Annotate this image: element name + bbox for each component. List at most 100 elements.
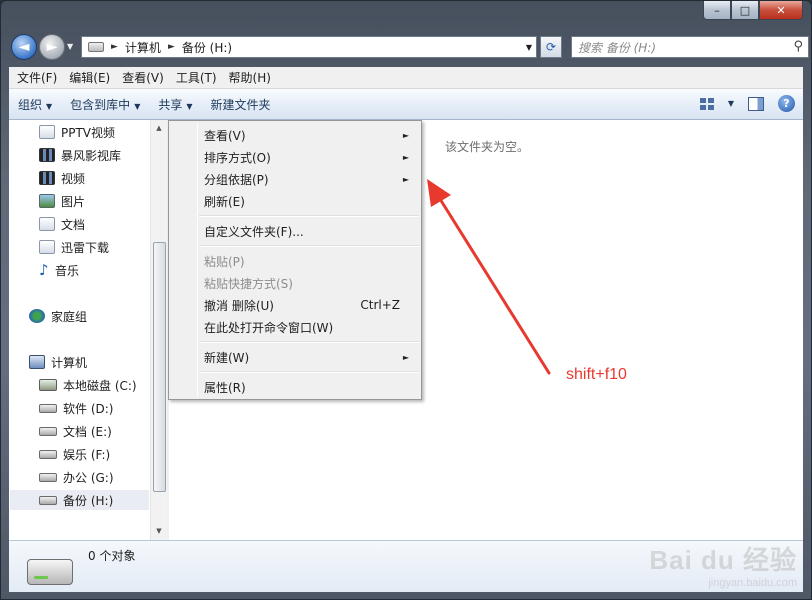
empty-folder-message: 该文件夹为空。 (445, 140, 530, 154)
nav-item-label: 备份 (H:) (63, 493, 114, 508)
context-item-properties[interactable]: 属性(R) (171, 376, 419, 398)
refresh-button[interactable]: ⟳ (540, 36, 562, 58)
search-input[interactable]: 搜索 备份 (H:) ⚲ (571, 36, 809, 58)
include-library-label: 包含到库中 (70, 97, 131, 112)
music-icon: ♪ (39, 261, 49, 279)
drive-icon (88, 42, 104, 52)
context-item-new[interactable]: 新建(W) ► (171, 346, 419, 368)
scroll-thumb[interactable] (153, 242, 166, 492)
navigation-row: ◄ ► ▼ ► 计算机 ► 备份 (H:) ▼ ⟳ 搜索 备份 (H:) ⚲ (9, 33, 809, 61)
address-bar[interactable]: ► 计算机 ► 备份 (H:) ▼ (81, 36, 537, 58)
document-icon (39, 240, 55, 254)
scroll-up-arrow-icon[interactable]: ▲ (151, 120, 167, 137)
submenu-arrow-icon: ► (402, 130, 409, 140)
nav-item-drive-d[interactable]: 软件 (D:) (39, 398, 113, 418)
context-item-label: 排序方式(O) (204, 150, 271, 165)
explorer-window: – □ ✕ ◄ ► ▼ ► 计算机 ► 备份 (H:) ▼ ⟳ 搜索 备份 (H… (0, 0, 812, 600)
drive-icon (39, 426, 57, 436)
system-drive-icon (39, 379, 57, 391)
nav-item-label: 图片 (61, 194, 86, 209)
nav-item-music[interactable]: ♪ 音乐 (39, 260, 79, 280)
drive-icon (39, 449, 57, 459)
context-item-group-by[interactable]: 分组依据(P) ► (171, 168, 419, 190)
command-bar-right: ▼ ? (699, 95, 795, 112)
nav-item-videos[interactable]: 视频 (39, 168, 85, 188)
picture-icon (39, 194, 55, 208)
menu-help[interactable]: 帮助(H) (223, 69, 277, 86)
context-item-label: 刷新(E) (204, 194, 245, 209)
menu-separator (199, 341, 419, 343)
scroll-down-arrow-icon[interactable]: ▼ (151, 523, 167, 540)
nav-item-pptv[interactable]: PPTV视频 (39, 122, 115, 142)
chevron-down-icon: ▼ (46, 101, 53, 111)
menu-file[interactable]: 文件(F) (11, 69, 63, 86)
context-item-label: 新建(W) (204, 350, 250, 365)
nav-item-drive-h[interactable]: 备份 (H:) (10, 490, 149, 510)
menu-bar: 文件(F) 编辑(E) 查看(V) 工具(T) 帮助(H) (9, 67, 803, 89)
minimize-button[interactable]: – (703, 1, 731, 20)
context-item-customize-folder[interactable]: 自定义文件夹(F)... (171, 220, 419, 242)
context-item-paste-shortcut[interactable]: 粘贴快捷方式(S) (171, 272, 419, 294)
context-item-paste[interactable]: 粘贴(P) (171, 250, 419, 272)
recent-pages-dropdown[interactable]: ▼ (67, 42, 73, 51)
share-button[interactable]: 共享 ▼ (149, 96, 201, 113)
context-item-sort-by[interactable]: 排序方式(O) ► (171, 146, 419, 168)
context-item-undo-delete[interactable]: 撤消 删除(U) Ctrl+Z (171, 294, 419, 316)
menu-edit[interactable]: 编辑(E) (63, 69, 116, 86)
nav-pane-scrollbar[interactable]: ▲ ▼ (150, 120, 167, 540)
change-view-icon[interactable] (699, 97, 714, 110)
annotation-text: shift+f10 (566, 366, 627, 383)
context-item-label: 属性(R) (204, 380, 246, 395)
nav-item-thunder-downloads[interactable]: 迅雷下载 (39, 237, 109, 257)
submenu-arrow-icon: ► (402, 352, 409, 362)
nav-item-computer[interactable]: 计算机 (29, 352, 87, 372)
forward-button[interactable]: ► (39, 34, 65, 60)
menu-tools[interactable]: 工具(T) (170, 69, 223, 86)
context-menu: 查看(V) ► 排序方式(O) ► 分组依据(P) ► 刷新(E) 自定义文件夹(F)… (168, 120, 422, 400)
context-item-label: 粘贴快捷方式(S) (204, 276, 293, 291)
homegroup-icon (29, 309, 45, 323)
nav-item-documents[interactable]: 文档 (39, 214, 85, 234)
address-dropdown[interactable]: ▼ (526, 43, 532, 52)
nav-item-label: 娱乐 (F:) (63, 447, 111, 462)
context-item-label: 自定义文件夹(F)... (204, 224, 304, 239)
film-icon (39, 148, 55, 162)
nav-item-label: 迅雷下载 (61, 240, 110, 255)
nav-item-homegroup[interactable]: 家庭组 (29, 306, 87, 326)
close-button[interactable]: ✕ (759, 1, 803, 20)
nav-item-baofeng[interactable]: 暴风影视库 (39, 145, 121, 165)
watermark-url: jingyan.baidu.com (708, 577, 797, 589)
maximize-button[interactable]: □ (731, 1, 759, 20)
drive-icon (39, 495, 57, 505)
new-folder-button[interactable]: 新建文件夹 (202, 96, 280, 113)
nav-item-drive-f[interactable]: 娱乐 (F:) (39, 444, 110, 464)
breadcrumb-separator[interactable]: ► (168, 42, 175, 52)
nav-item-drive-e[interactable]: 文档 (E:) (39, 421, 112, 441)
context-item-label: 分组依据(P) (204, 172, 269, 187)
breadcrumb-separator[interactable]: ► (111, 42, 118, 52)
search-icon[interactable]: ⚲ (793, 39, 803, 54)
context-item-open-command-window[interactable]: 在此处打开命令窗口(W) (171, 316, 419, 338)
include-in-library-button[interactable]: 包含到库中 ▼ (61, 96, 149, 113)
nav-item-label: PPTV视频 (61, 125, 116, 140)
navigation-pane: PPTV视频 暴风影视库 视频 图片 文档 迅雷下载 ♪ 音乐 家庭组 计算机 本… (9, 120, 150, 540)
nav-item-label: 视频 (61, 171, 86, 186)
help-icon[interactable]: ? (778, 95, 795, 112)
drive-icon (39, 472, 57, 482)
organize-button[interactable]: 组织 ▼ (9, 96, 61, 113)
context-item-refresh[interactable]: 刷新(E) (171, 190, 419, 212)
document-icon (39, 125, 55, 139)
breadcrumb-computer[interactable]: 计算机 (125, 39, 161, 56)
context-item-view[interactable]: 查看(V) ► (171, 124, 419, 146)
nav-item-drive-c[interactable]: 本地磁盘 (C:) (39, 375, 137, 395)
view-options-dropdown[interactable]: ▼ (728, 99, 734, 108)
command-bar: 组织 ▼ 包含到库中 ▼ 共享 ▼ 新建文件夹 ▼ ? (9, 89, 803, 120)
preview-pane-icon[interactable] (748, 96, 764, 111)
breadcrumb-backup-drive[interactable]: 备份 (H:) (182, 39, 232, 56)
menu-separator (199, 245, 419, 247)
search-placeholder: 搜索 备份 (H:) (578, 40, 657, 55)
back-button[interactable]: ◄ (11, 34, 37, 60)
menu-view[interactable]: 查看(V) (116, 69, 170, 86)
nav-item-drive-g[interactable]: 办公 (G:) (39, 467, 114, 487)
nav-item-pictures[interactable]: 图片 (39, 191, 85, 211)
